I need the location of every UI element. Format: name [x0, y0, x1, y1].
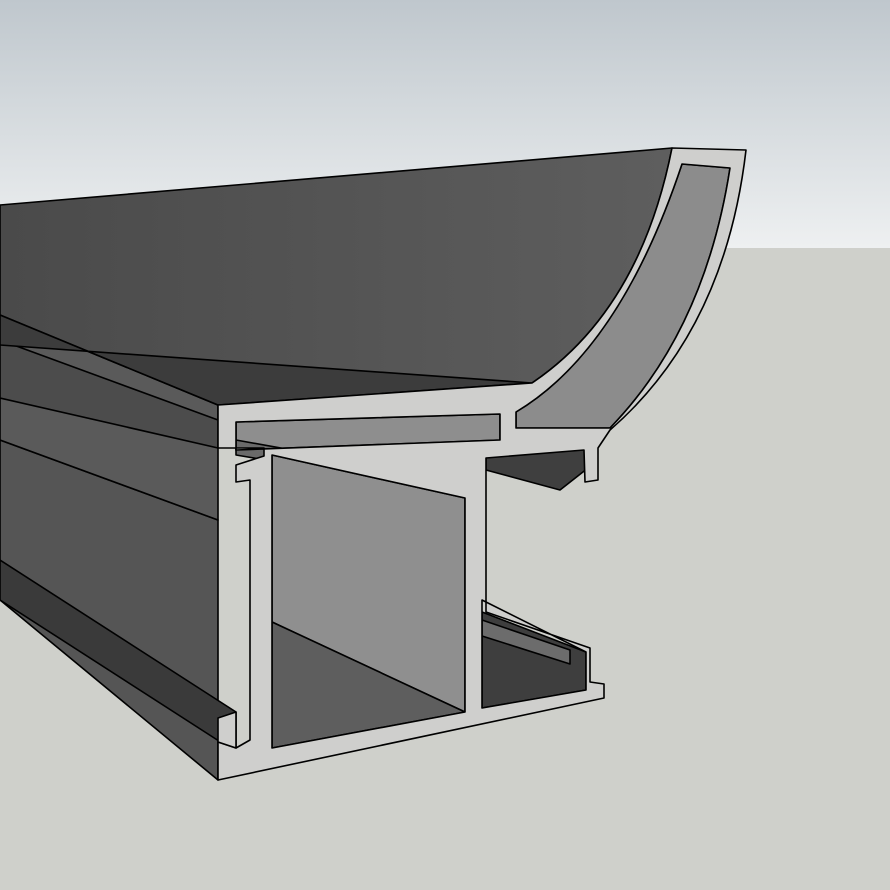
bottom-hook [217, 711, 237, 749]
extrusion-scene [0, 0, 890, 890]
